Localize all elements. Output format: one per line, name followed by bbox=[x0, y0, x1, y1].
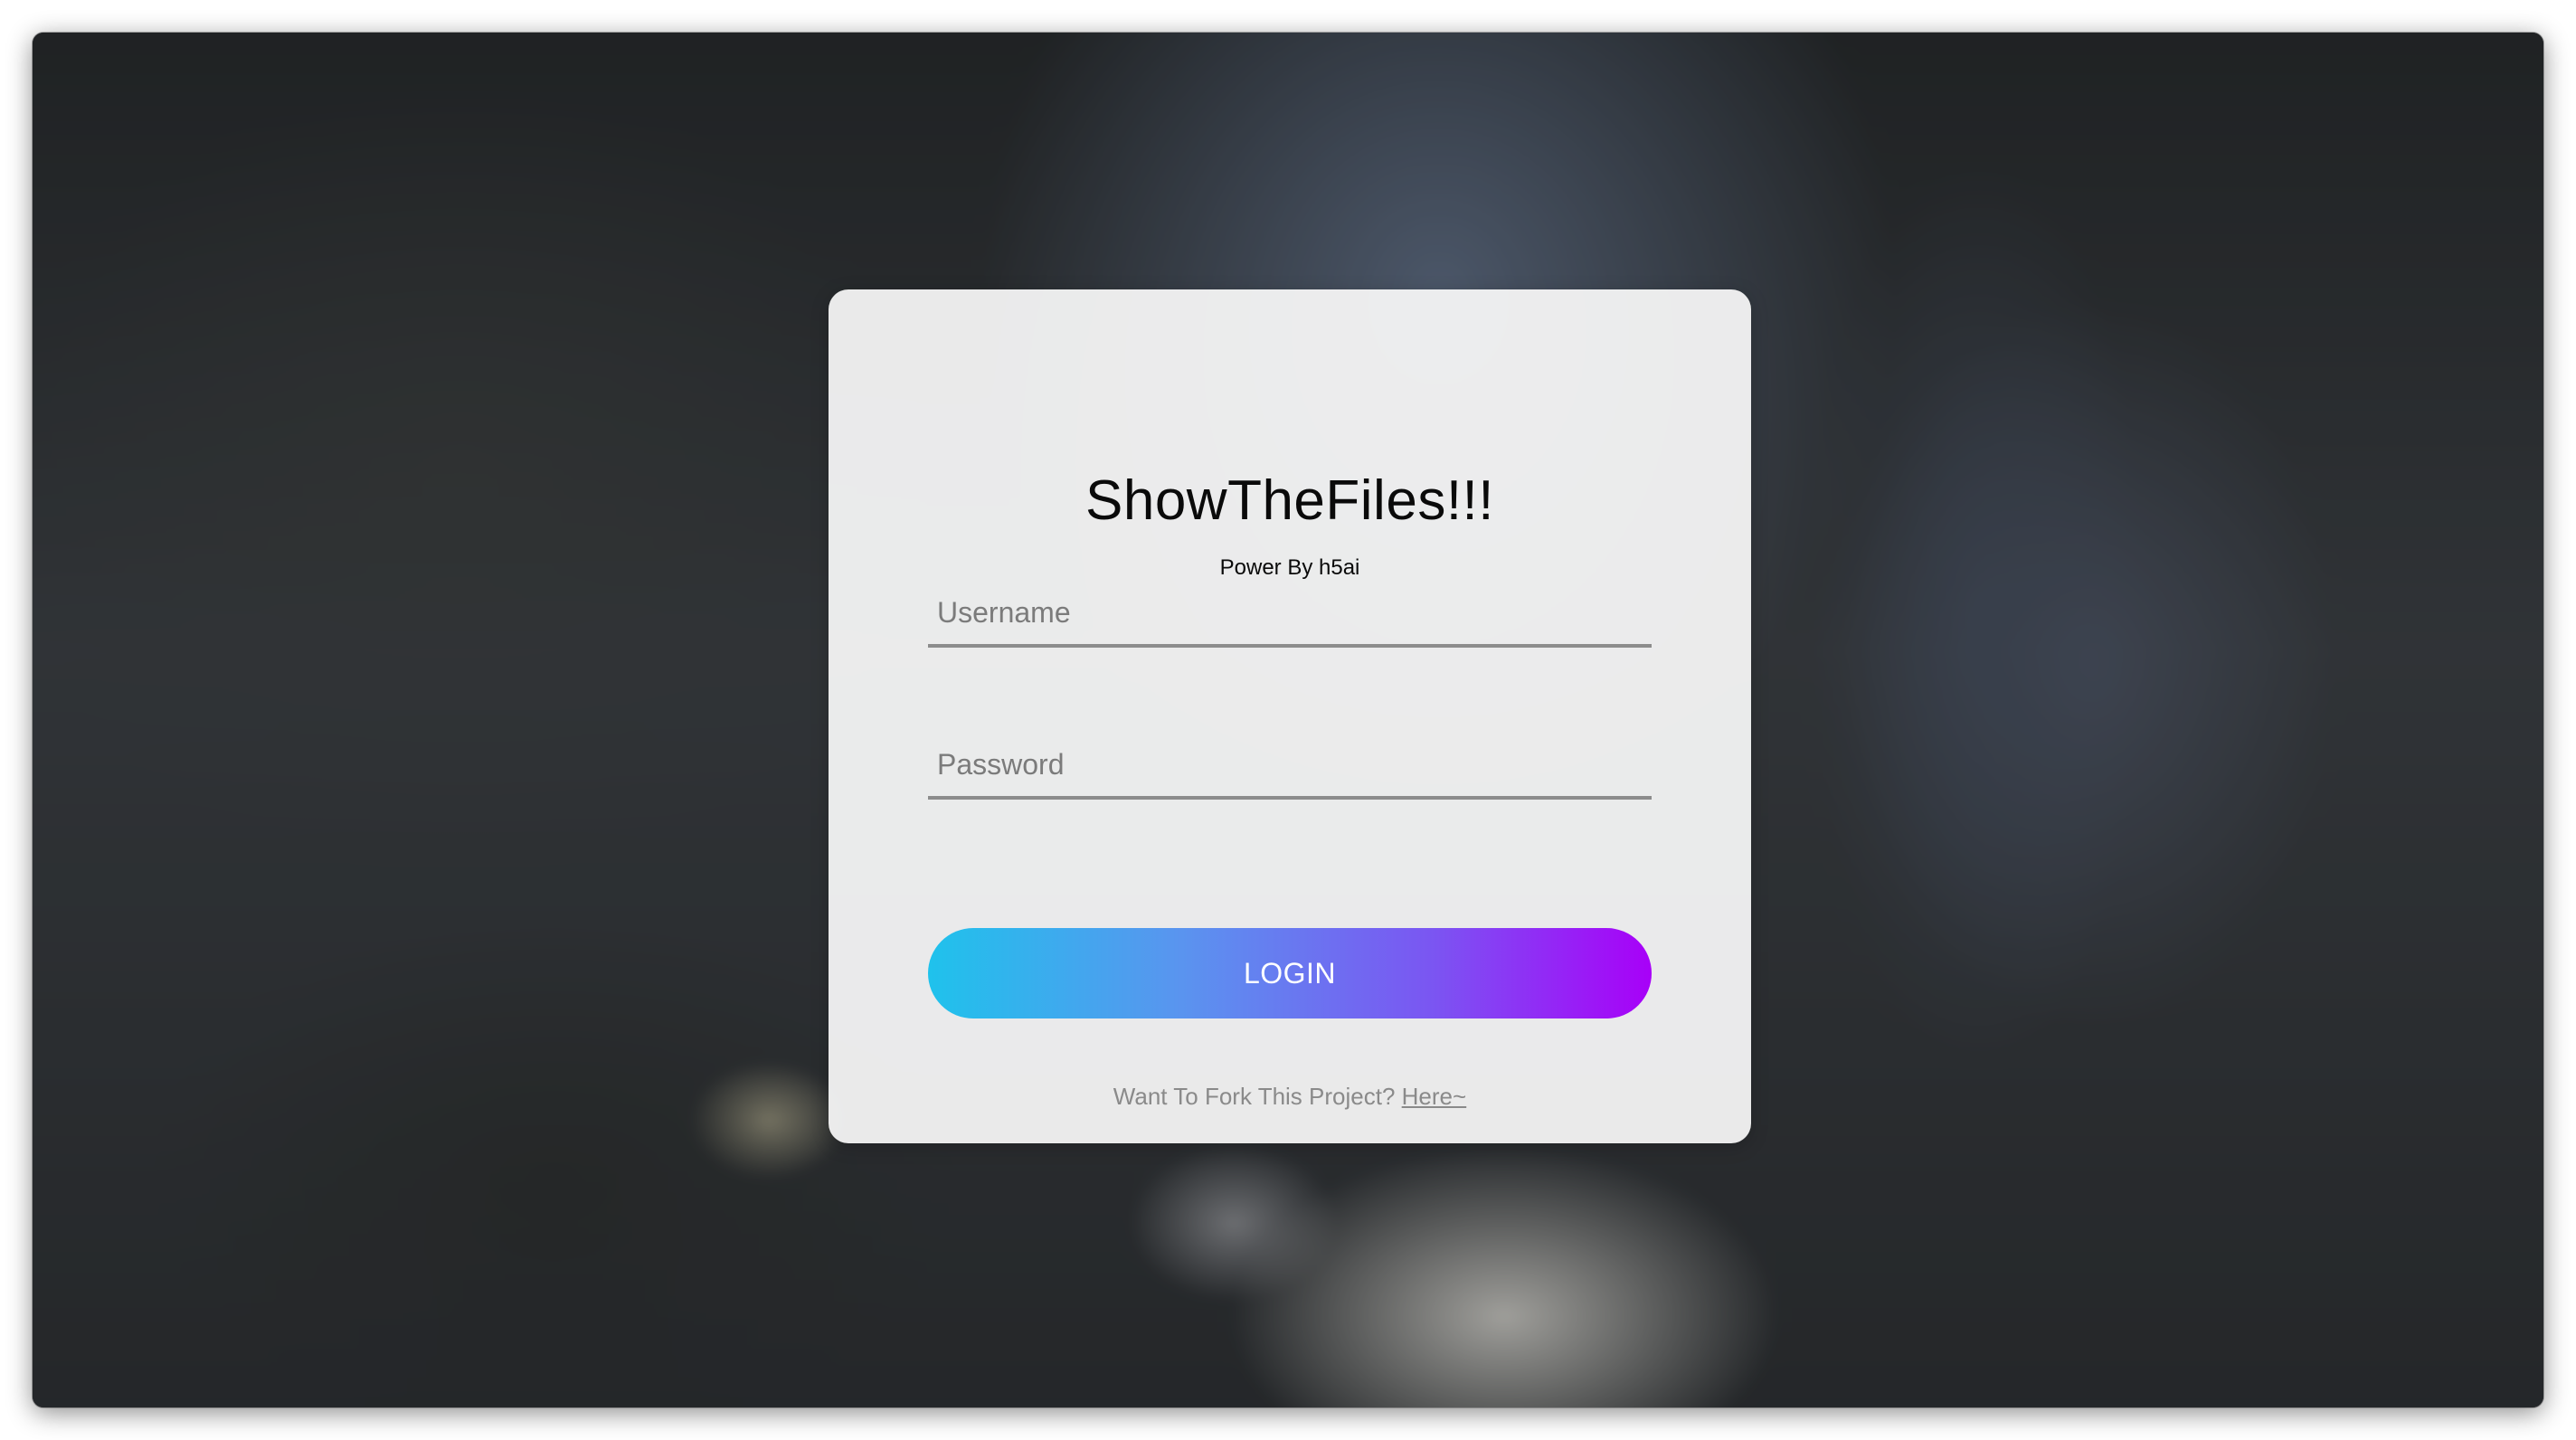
browser-viewport: ShowTheFiles!!! Power By h5ai LOGIN Want… bbox=[33, 33, 2543, 1407]
password-field-wrapper bbox=[928, 733, 1652, 800]
login-card: ShowTheFiles!!! Power By h5ai LOGIN Want… bbox=[829, 289, 1751, 1143]
fork-prompt-text: Want To Fork This Project? bbox=[1113, 1083, 1396, 1110]
page-title: ShowTheFiles!!! bbox=[1084, 469, 1494, 532]
username-input[interactable] bbox=[928, 581, 1652, 644]
powered-by-text: Power By h5ai bbox=[1219, 555, 1360, 580]
fork-here-link[interactable]: Here~ bbox=[1402, 1083, 1467, 1110]
username-field-wrapper bbox=[928, 581, 1652, 648]
fork-prompt: Want To Fork This Project? Here~ bbox=[829, 1082, 1751, 1111]
password-input[interactable] bbox=[928, 733, 1652, 796]
login-button[interactable]: LOGIN bbox=[928, 928, 1652, 1018]
